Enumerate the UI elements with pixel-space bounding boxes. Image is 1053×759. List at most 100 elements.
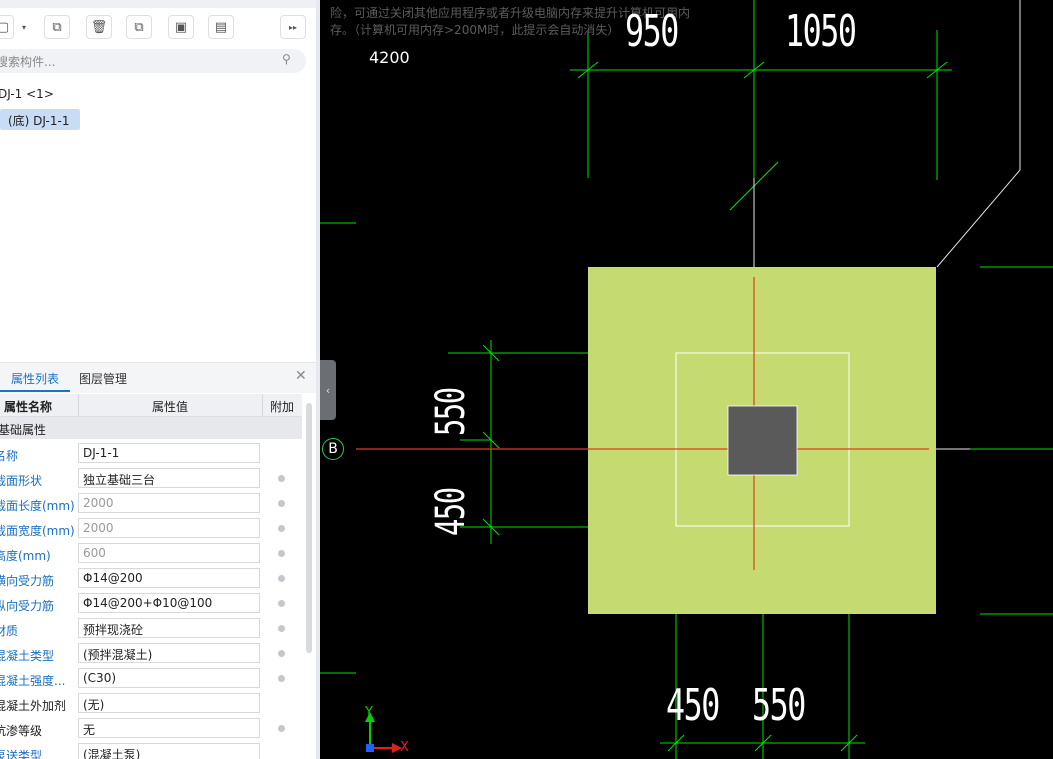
property-value: Φ14@200+Φ10@100 [83,596,213,610]
dim-text-left-550: 550 [428,388,474,436]
property-name: 截面形状 [0,474,43,488]
tab-layers[interactable]: 图层管理 [79,370,127,387]
dim-text-left-450: 450 [428,488,474,536]
property-row[interactable]: 高度(mm) 600 [0,541,302,566]
collapse-panel-button[interactable]: ‹ [320,360,336,420]
property-value: 独立基础三台 [83,473,156,487]
extra-checkbox[interactable] [278,525,285,532]
property-name: 混凝土强度... [0,674,66,688]
col-divider [262,394,263,416]
tree-item-selected[interactable]: (底) DJ-1-1 [0,109,80,130]
extra-checkbox[interactable] [278,600,285,607]
axis-label: B [328,441,338,457]
delete-button[interactable]: 🗑 [86,15,112,39]
extra-checkbox[interactable] [278,475,285,482]
property-value: 600 [83,546,106,560]
tree-item-label: (底) DJ-1-1 [8,114,70,128]
property-value-field[interactable]: 预拌现浇砼 [78,618,260,638]
property-value-field[interactable]: (无) [78,693,260,713]
more-icon: ▸▸ [288,22,298,32]
property-row[interactable]: 横向受力筋 Φ14@200 [0,566,302,591]
dim-text-bottom-550: 550 [752,680,806,731]
left-panel: ▢ ▾ ⧉ 🗑 ⧉ ▣ ▤ ▸▸ 搜索构件... ⚲ DJ-1 <1> (底) … [0,0,318,759]
property-value-field[interactable]: 2000 [78,493,260,513]
dim-text-1050: 1050 [785,6,857,57]
chevron-left-icon: ‹ [325,383,331,397]
col-name: 属性名称 [4,400,53,414]
property-value: (混凝土泵) [83,748,141,759]
property-value-field[interactable]: Φ14@200 [78,568,260,588]
property-row[interactable]: 名称 DJ-1-1 [0,441,302,466]
property-row[interactable]: 抗渗等级 无 [0,716,302,741]
scrollbar[interactable] [306,403,312,653]
save-component-button[interactable]: ▣ [168,15,194,39]
property-value-field[interactable]: (预拌混凝土) [78,643,260,663]
active-tab-indicator [0,390,70,392]
property-value-field[interactable]: 2000 [78,518,260,538]
save-icon: ▣ [174,19,188,35]
memory-warning-line2: 存。（计算机可用内存>200M时，此提示会自动消失） [330,23,620,37]
extra-checkbox[interactable] [278,575,285,582]
property-name: 高度(mm) [0,549,51,563]
extra-checkbox[interactable] [278,550,285,557]
property-value: 预拌现浇砼 [83,623,144,637]
property-value: 无 [83,723,96,737]
duplicate-icon: ⧉ [134,19,144,35]
chevron-down-icon: ▾ [21,22,26,32]
property-value: 2000 [83,496,114,510]
col-extra: 附加 [270,400,295,414]
property-value-field[interactable]: 600 [78,543,260,563]
extra-checkbox[interactable] [278,675,285,682]
edit-icon: ▤ [214,19,228,35]
extra-checkbox[interactable] [278,650,285,657]
property-value-field[interactable]: 无 [78,718,260,738]
extra-checkbox[interactable] [278,625,285,632]
property-value-field[interactable]: (混凝土泵) [78,743,260,759]
property-panel: 属性列表 图层管理 ✕ 属性名称 属性值 附加 基础属性 名称 DJ-1-1 截面形… [0,362,316,759]
property-row[interactable]: 混凝土类型 (预拌混凝土) [0,641,302,666]
property-value: (预拌混凝土) [83,648,153,662]
property-value-field[interactable]: DJ-1-1 [78,443,260,463]
col-divider [78,394,79,416]
property-row[interactable]: 泵送类型 (混凝土泵) [0,741,302,759]
search-icon[interactable]: ⚲ [282,52,291,66]
property-row[interactable]: 截面形状 独立基础三台 [0,466,302,491]
new-component-button[interactable]: ▢ [0,15,14,39]
copy-button[interactable]: ⧉ [44,15,70,39]
property-name: 混凝土外加剂 [0,699,67,713]
search-input[interactable]: 搜索构件... ⚲ [0,49,306,73]
property-row[interactable]: 截面宽度(mm) 2000 [0,516,302,541]
property-row[interactable]: 截面长度(mm) 2000 [0,491,302,516]
property-value-field[interactable]: Φ14@200+Φ10@100 [78,593,260,613]
property-value-field[interactable]: (C30) [78,668,260,688]
group-basic-properties[interactable]: 基础属性 [0,417,302,439]
property-row[interactable]: 混凝土外加剂 (无) [0,691,302,716]
close-icon[interactable]: ✕ [295,368,307,384]
tree-item-parent[interactable]: DJ-1 <1> [0,87,54,101]
cad-drawing [320,0,1053,759]
panel-tabs: 属性列表 图层管理 ✕ [0,363,316,393]
label-4200: 4200 [369,48,410,67]
dim-text-950: 950 [625,6,679,57]
extra-checkbox[interactable] [278,500,285,507]
new-icon: ▢ [0,19,10,35]
property-row[interactable]: 纵向受力筋 Φ14@200+Φ10@100 [0,591,302,616]
property-name: 名称 [0,449,19,463]
more-button[interactable]: ▸▸ [280,15,306,39]
property-name: 抗渗等级 [0,724,43,738]
dim-text-bottom-450: 450 [666,680,720,731]
edit-component-button[interactable]: ▤ [208,15,234,39]
ucs-y-label: Y [365,705,373,720]
tab-properties[interactable]: 属性列表 [11,370,59,387]
drawing-canvas[interactable]: 险，可通过关闭其他应用程序或者升级电脑内存来提升计算机可用内 存。（计算机可用内… [320,0,1053,759]
group-label: 基础属性 [0,423,47,437]
property-name: 泵送类型 [0,749,43,759]
extra-checkbox[interactable] [278,725,285,732]
property-row[interactable]: 混凝土强度... (C30) [0,666,302,691]
property-value-field[interactable]: 独立基础三台 [78,468,260,488]
duplicate-button[interactable]: ⧉ [126,15,152,39]
trash-icon: 🗑 [90,19,108,35]
property-row[interactable]: 材质 预拌现浇砼 [0,616,302,641]
dropdown-button[interactable]: ▾ [16,15,32,39]
table-header: 属性名称 属性值 附加 [0,394,302,417]
